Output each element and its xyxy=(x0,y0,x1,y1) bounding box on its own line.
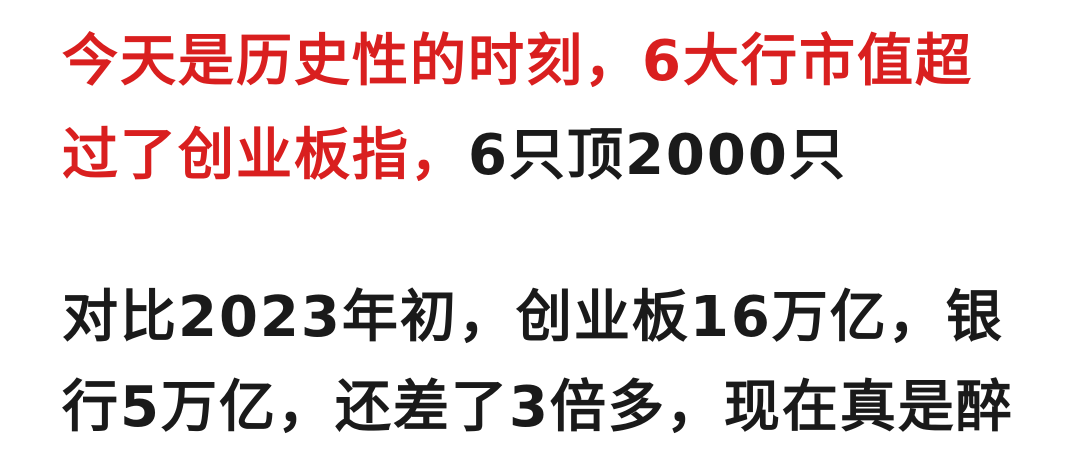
body-line-2: 行5万亿，还差了3倍多，现在真是醉 xyxy=(62,375,1014,440)
headline-line-1: 今天是历史性的时刻，6大行市值超 xyxy=(62,29,973,94)
headline-red-text: 过了创业板指， xyxy=(62,123,468,188)
headline-line-2: 过了创业板指，6只顶2000只 xyxy=(62,120,847,192)
body-line-1: 对比2023年初，创业板16万亿，银 xyxy=(62,285,1004,350)
headline-black-text: 6只顶2000只 xyxy=(468,123,847,188)
